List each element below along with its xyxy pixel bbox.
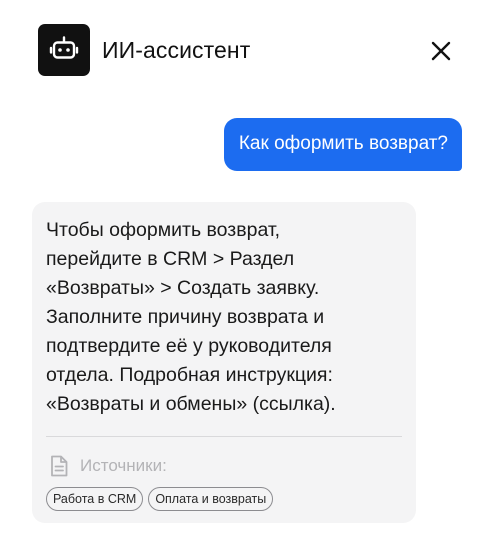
chat-title: ИИ-ассистент <box>102 37 251 63</box>
source-chips: Работа в CRM Оплата и возвраты <box>46 487 274 511</box>
chat-header: ИИ-ассистент <box>38 24 454 78</box>
sources-header: Источники: <box>50 454 167 478</box>
sources-divider <box>46 436 402 437</box>
close-button[interactable] <box>430 40 452 62</box>
assistant-message: Чтобы оформить возврат, перейдите в CRM … <box>32 202 416 523</box>
assistant-message-text: Чтобы оформить возврат, перейдите в CRM … <box>46 219 336 415</box>
bot-avatar <box>38 24 90 76</box>
robot-icon <box>49 36 79 59</box>
source-chip-returns[interactable]: Оплата и возвраты <box>148 487 274 511</box>
document-icon <box>51 455 68 477</box>
user-message: Как оформить возврат? <box>223 118 462 171</box>
sources-label: Источники: <box>80 456 167 475</box>
close-icon <box>431 41 451 61</box>
source-chip-crm[interactable]: Работа в CRM <box>46 487 144 511</box>
